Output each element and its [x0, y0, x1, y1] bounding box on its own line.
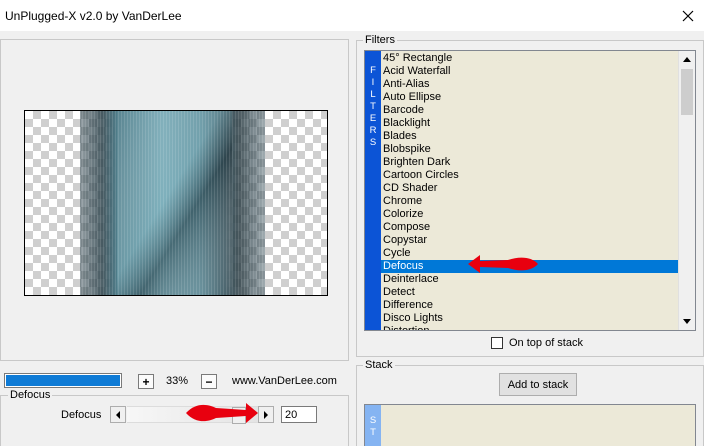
filter-item[interactable]: Brighten Dark	[381, 156, 679, 169]
filter-item[interactable]: Copystar	[381, 234, 679, 247]
filter-item[interactable]: Acid Waterfall	[381, 65, 679, 78]
defocus-value-input[interactable]	[281, 406, 317, 423]
on-top-label: On top of stack	[509, 337, 583, 349]
slider-left-button[interactable]	[110, 406, 126, 423]
zoom-out-button[interactable]: −	[201, 374, 217, 389]
filter-items: 45° Rectangle Acid Waterfall Anti-Alias Aut…	[381, 52, 679, 330]
add-to-stack-button[interactable]: Add to stack	[499, 373, 577, 396]
filter-item[interactable]: Anti-Alias	[381, 78, 679, 91]
dialog-client: + 33% − www.VanDerLee.com Defocus Defocu…	[0, 31, 704, 446]
filter-item[interactable]: CD Shader	[381, 182, 679, 195]
filter-item[interactable]: 45° Rectangle	[381, 52, 679, 65]
filter-item[interactable]: Barcode	[381, 104, 679, 117]
title-bar: UnPlugged-X v2.0 by VanDerLee	[0, 0, 704, 31]
strip-letter: I	[371, 77, 375, 88]
filters-list[interactable]: FILTERS 45° Rectangle Acid Waterfall Anti-…	[364, 50, 696, 331]
defocus-group-label: Defocus	[8, 389, 53, 401]
stack-vertical-label: ST	[365, 405, 381, 446]
slider-right-button[interactable]	[258, 406, 274, 423]
annotation-arrow-icon	[186, 403, 258, 423]
scroll-up-button[interactable]	[679, 51, 695, 68]
scroll-down-button[interactable]	[679, 313, 695, 330]
close-button[interactable]	[676, 4, 700, 28]
progress-bar	[4, 373, 122, 388]
scroll-up-icon	[683, 57, 691, 62]
zoom-in-button[interactable]: +	[138, 374, 154, 389]
preview-image	[24, 110, 328, 296]
zoom-level: 33%	[166, 375, 189, 387]
filters-scrollbar[interactable]	[678, 51, 695, 330]
strip-letter: R	[369, 125, 377, 136]
filters-vertical-label: FILTERS	[365, 51, 381, 330]
close-icon	[682, 10, 694, 22]
strip-letter: S	[369, 137, 377, 148]
strip-letter: T	[370, 427, 376, 438]
filter-item[interactable]: Difference	[381, 299, 679, 312]
strip-letter: F	[370, 65, 376, 76]
scroll-thumb[interactable]	[681, 69, 693, 115]
filter-item[interactable]: Compose	[381, 221, 679, 234]
on-top-checkbox[interactable]	[491, 337, 503, 349]
filter-item[interactable]: Colorize	[381, 208, 679, 221]
filter-item[interactable]: Chrome	[381, 195, 679, 208]
strip-letter: T	[370, 101, 376, 112]
stack-group-label: Stack	[363, 359, 395, 371]
preview-pane	[0, 39, 349, 361]
chevron-right-icon	[264, 410, 268, 419]
strip-letter: S	[369, 415, 377, 426]
filter-item[interactable]: Auto Ellipse	[381, 91, 679, 104]
chevron-left-icon	[116, 410, 120, 419]
filter-item[interactable]: Blacklight	[381, 117, 679, 130]
website-link[interactable]: www.VanDerLee.com	[232, 375, 337, 387]
filter-item[interactable]: Distortion	[381, 325, 679, 330]
progress-fill	[6, 375, 120, 386]
filter-item[interactable]: Cartoon Circles	[381, 169, 679, 182]
stack-list[interactable]: ST	[364, 404, 696, 446]
filters-group-label: Filters	[363, 34, 397, 46]
filter-item[interactable]: Detect	[381, 286, 679, 299]
filter-item[interactable]: Blobspike	[381, 143, 679, 156]
strip-letter: L	[370, 89, 376, 100]
strip-letter: E	[369, 113, 377, 124]
annotation-arrow-icon	[468, 255, 538, 273]
filter-item[interactable]: Disco Lights	[381, 312, 679, 325]
defocus-param-label: Defocus	[61, 409, 102, 421]
window-title: UnPlugged-X v2.0 by VanDerLee	[5, 9, 182, 23]
scroll-down-icon	[683, 319, 691, 324]
filter-item[interactable]: Blades	[381, 130, 679, 143]
